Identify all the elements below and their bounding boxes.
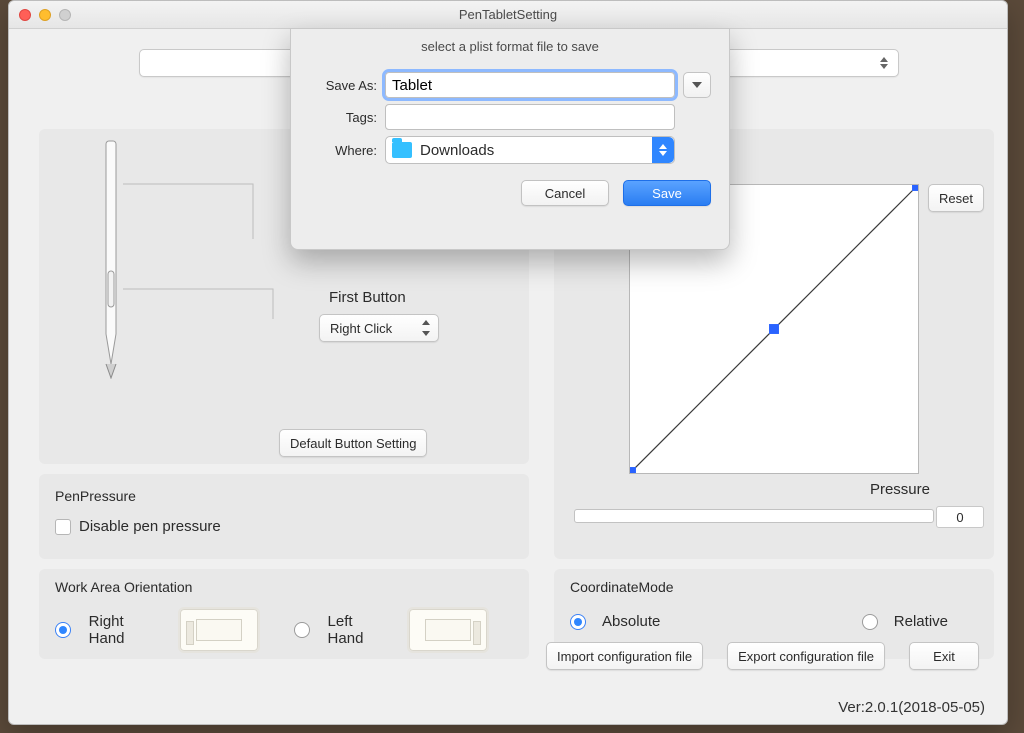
chevrons-icon bbox=[652, 137, 674, 163]
orientation-heading: Work Area Orientation bbox=[55, 579, 513, 595]
titlebar: PenTabletSetting bbox=[9, 1, 1007, 29]
reset-curve-button[interactable]: Reset bbox=[928, 184, 984, 212]
stepper-icon bbox=[876, 53, 892, 73]
right-hand-radio[interactable] bbox=[55, 622, 71, 638]
folder-icon bbox=[392, 142, 412, 158]
relative-label: Relative bbox=[894, 613, 948, 630]
stylus-connector-lines bbox=[123, 169, 283, 369]
version-label: Ver:2.0.1(2018-05-05) bbox=[838, 699, 985, 716]
save-button[interactable]: Save bbox=[623, 180, 711, 206]
first-button-select[interactable]: Right Click bbox=[319, 314, 439, 342]
stylus-illustration bbox=[99, 139, 123, 379]
curve-handle-end[interactable] bbox=[912, 185, 918, 191]
where-folder-name: Downloads bbox=[420, 142, 494, 159]
disable-pen-pressure-option[interactable]: Disable pen pressure bbox=[55, 518, 513, 535]
close-window-button[interactable] bbox=[19, 9, 31, 21]
tags-input[interactable] bbox=[385, 104, 675, 130]
where-folder-popup[interactable]: Downloads bbox=[385, 136, 675, 164]
curve-handle-mid[interactable] bbox=[769, 324, 779, 334]
window-controls bbox=[19, 9, 71, 21]
save-dialog-message: select a plist format file to save bbox=[291, 29, 729, 66]
export-config-button[interactable]: Export configuration file bbox=[727, 642, 885, 670]
chevrons-icon bbox=[422, 320, 432, 336]
window-title: PenTabletSetting bbox=[9, 7, 1007, 22]
minimize-window-button[interactable] bbox=[39, 9, 51, 21]
import-config-button[interactable]: Import configuration file bbox=[546, 642, 703, 670]
absolute-radio[interactable] bbox=[570, 614, 586, 630]
default-button-setting-button[interactable]: Default Button Setting bbox=[279, 429, 427, 457]
footer-buttons: Import configuration file Export configu… bbox=[9, 642, 1007, 678]
pen-pressure-panel: PenPressure Disable pen pressure bbox=[39, 474, 529, 559]
save-file-dialog: select a plist format file to save Save … bbox=[290, 28, 730, 250]
where-label: Where: bbox=[309, 143, 377, 158]
save-as-input[interactable] bbox=[385, 72, 675, 98]
curve-handle-start[interactable] bbox=[630, 467, 636, 473]
zoom-window-button[interactable] bbox=[59, 9, 71, 21]
pressure-value-readout: 0 bbox=[936, 506, 984, 528]
left-hand-radio[interactable] bbox=[294, 622, 310, 638]
coordinate-mode-heading: CoordinateMode bbox=[570, 579, 978, 595]
pressure-axis-label: Pressure bbox=[870, 481, 930, 498]
checkbox-icon bbox=[55, 519, 71, 535]
pressure-test-bar[interactable] bbox=[574, 509, 934, 523]
first-button-label: First Button bbox=[329, 289, 406, 306]
cancel-button[interactable]: Cancel bbox=[521, 180, 609, 206]
exit-button[interactable]: Exit bbox=[909, 642, 979, 670]
expand-dialog-button[interactable] bbox=[683, 72, 711, 98]
pen-pressure-heading: PenPressure bbox=[55, 488, 513, 504]
relative-radio[interactable] bbox=[862, 614, 878, 630]
absolute-label: Absolute bbox=[602, 613, 660, 630]
first-button-value: Right Click bbox=[330, 321, 392, 336]
tags-label: Tags: bbox=[309, 110, 377, 125]
save-as-label: Save As: bbox=[309, 78, 377, 93]
disable-pen-pressure-label: Disable pen pressure bbox=[79, 518, 221, 535]
